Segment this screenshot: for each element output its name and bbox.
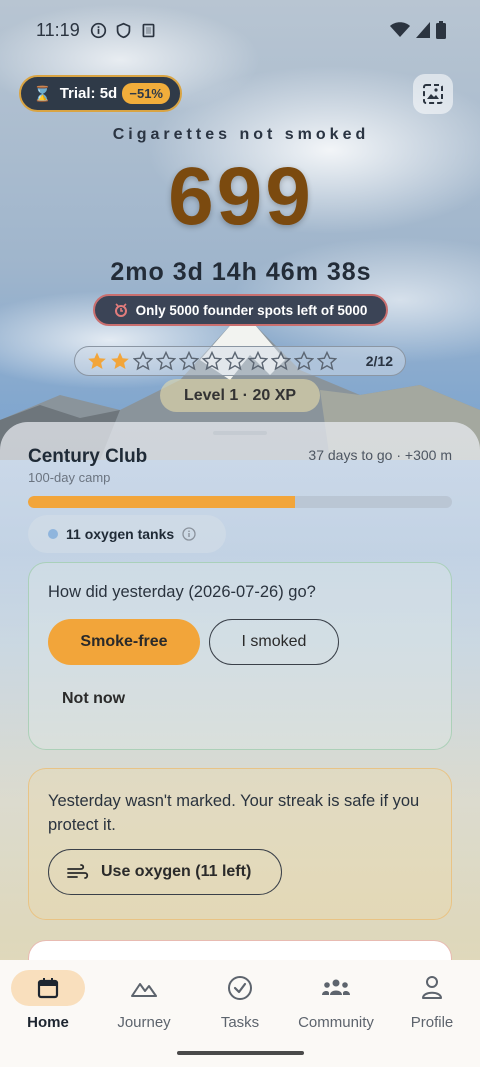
trial-label: Trial: 5d (59, 85, 118, 102)
change-background-button[interactable] (413, 74, 453, 114)
nav-label-profile: Profile (410, 1014, 454, 1031)
wifi-icon (390, 22, 410, 37)
checkin-question: How did yesterday (2026-07-26) go? (48, 583, 316, 601)
star-empty-icon (225, 351, 245, 371)
shield-icon (116, 22, 131, 38)
home-indicator[interactable] (177, 1051, 304, 1055)
goal-title: Century Club (28, 446, 148, 467)
nav-profile-icon-wrap (395, 970, 469, 1006)
nav-profile[interactable]: Profile (384, 970, 480, 1040)
oxygen-tanks-label: 11 oxygen tanks (66, 526, 175, 542)
discount-badge: −51% (122, 83, 170, 104)
alarm-icon (114, 303, 127, 317)
nav-community[interactable]: Community (288, 970, 384, 1040)
calendar-icon (37, 978, 59, 999)
oxygen-dot-icon (48, 529, 58, 539)
status-time: 11:19 (36, 19, 80, 40)
founder-spots-banner[interactable]: Only 5000 founder spots left of 5000 (93, 294, 388, 326)
nav-home[interactable]: Home (0, 970, 96, 1040)
battery-icon (436, 21, 446, 39)
mountain-icon (131, 983, 157, 997)
trial-badge[interactable]: ⌛ Trial: 5d −51% (19, 75, 182, 112)
hourglass-icon: ⌛ (33, 85, 52, 103)
goal-progress-bar (28, 496, 452, 508)
nav-journey-icon-wrap (107, 970, 181, 1006)
screenshot-icon (142, 23, 155, 37)
nav-label-journey: Journey (117, 1014, 171, 1031)
streak-message: Yesterday wasn't marked. Your streak is … (48, 792, 420, 834)
nav-label-tasks: Tasks (220, 1014, 260, 1031)
person-icon (422, 976, 442, 999)
info-icon[interactable] (182, 527, 196, 541)
nav-label-home: Home (27, 1014, 69, 1031)
level-badge[interactable]: Level 1 · 20 XP (160, 379, 320, 412)
star-empty-icon (317, 351, 337, 371)
star-empty-icon (294, 351, 314, 371)
sheet-handle[interactable] (213, 431, 267, 435)
check-circle-icon (228, 976, 252, 1000)
nav-home-icon-wrap (11, 970, 85, 1006)
nav-tasks-icon-wrap (203, 970, 277, 1006)
stars-row (87, 351, 337, 371)
wind-icon (67, 864, 89, 879)
group-icon (322, 979, 350, 995)
signal-icon (416, 22, 430, 38)
star-empty-icon (156, 351, 176, 371)
star-filled-icon (111, 352, 129, 369)
use-oxygen-label: Use oxygen (11 left) (101, 863, 252, 880)
nav-tasks[interactable]: Tasks (192, 970, 288, 1040)
status-bar: 11:19 (0, 0, 480, 60)
star-empty-icon (179, 351, 199, 371)
goal-progress-fill (28, 496, 296, 508)
image-icon (423, 84, 443, 104)
smoke-free-button[interactable]: Smoke-free (48, 619, 200, 665)
star-empty-icon (202, 351, 222, 371)
info-icon (90, 22, 106, 38)
goal-meta: 37 days to go · +300 m (308, 447, 452, 463)
smoke-free-duration: 2mo 3d 14h 46m 38s (110, 258, 372, 286)
nav-journey[interactable]: Journey (96, 970, 192, 1040)
stars-progress[interactable]: 2/12 (74, 346, 406, 376)
star-empty-icon (248, 351, 268, 371)
use-oxygen-button[interactable]: Use oxygen (11 left) (48, 849, 282, 895)
star-empty-icon (133, 351, 153, 371)
nav-label-community: Community (298, 1014, 374, 1031)
star-filled-icon (88, 352, 106, 369)
oxygen-tanks-chip[interactable]: 11 oxygen tanks (28, 515, 226, 553)
goal-subtitle: 100-day camp (28, 470, 111, 485)
stars-count: 2/12 (365, 353, 393, 369)
founder-spots-text: Only 5000 founder spots left of 5000 (135, 302, 368, 318)
star-empty-icon (271, 351, 291, 371)
nav-community-icon-wrap (299, 970, 373, 1006)
not-now-button[interactable]: Not now (62, 690, 125, 708)
i-smoked-button[interactable]: I smoked (209, 619, 339, 665)
hero-label: Cigarettes not smoked (112, 126, 370, 143)
cigarettes-count: 699 (168, 151, 314, 242)
